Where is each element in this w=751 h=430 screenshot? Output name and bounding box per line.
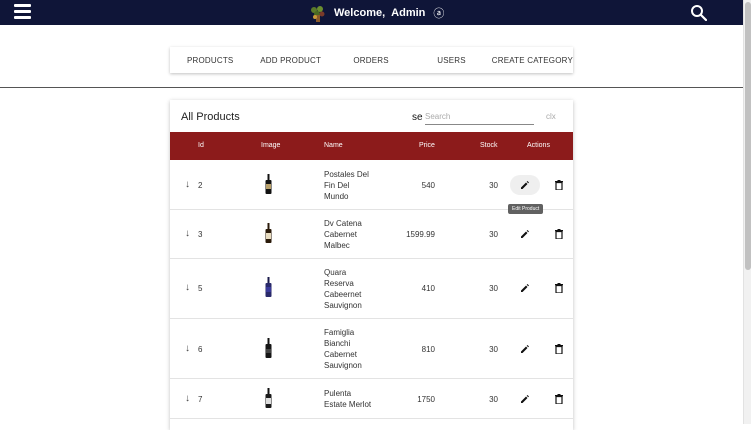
row-price: 1599.99 [406, 230, 435, 239]
delete-button[interactable] [553, 342, 565, 356]
wine-bottle-image[interactable] [265, 174, 272, 194]
row-id: 7 [198, 395, 203, 404]
clear-search-button[interactable]: clx [546, 112, 556, 121]
row-stock: 30 [489, 181, 498, 190]
trash-icon [555, 180, 563, 190]
sort-arrow-icon[interactable]: ↓ [185, 228, 190, 239]
row-name: Famiglia Bianchi Cabernet Sauvignon [324, 328, 362, 370]
row-price: 540 [421, 181, 435, 190]
nav-add-product[interactable]: ADD PRODUCT [250, 56, 330, 65]
row-name: Dv Catena Cabernet Malbec [324, 219, 362, 250]
delete-button[interactable] [553, 178, 565, 192]
trash-icon [555, 394, 563, 404]
table-row: ↓ 7 Pulenta Estate Merlot 1750 30 [170, 379, 573, 419]
edit-button[interactable] [510, 224, 540, 244]
admin-nav: PRODUCTS ADD PRODUCT ORDERS USERS CREATE… [170, 47, 573, 73]
pencil-icon [521, 181, 529, 189]
search-input[interactable] [425, 109, 534, 125]
nav-products[interactable]: PRODUCTS [170, 56, 250, 65]
delete-button[interactable] [553, 392, 565, 406]
row-stock: 30 [489, 345, 498, 354]
row-price: 410 [421, 284, 435, 293]
user-name: Admin [391, 6, 426, 19]
edit-button[interactable] [510, 389, 540, 409]
trash-icon [555, 283, 563, 293]
trash-icon [555, 229, 563, 239]
search-prefix-text: se [412, 112, 423, 123]
row-stock: 30 [489, 284, 498, 293]
row-name: Quara Reserva Cabeernet Sauvignon [324, 268, 362, 310]
sort-arrow-icon[interactable]: ↓ [185, 343, 190, 354]
table-row: ↓ 3 Dv Catena Cabernet Malbec 1599.99 30 [170, 210, 573, 259]
wine-logo-icon [311, 5, 325, 22]
menu-icon[interactable] [14, 4, 31, 19]
table-row: ↓ 6 Famiglia Bianchi Cabernet Sauvignon 810… [170, 319, 573, 379]
nav-create-category[interactable]: CREATE CATEGORY [492, 56, 573, 65]
user-icon[interactable]: ⓐ [433, 5, 444, 21]
scrollbar-thumb[interactable] [745, 2, 751, 270]
row-price: 810 [421, 345, 435, 354]
delete-button[interactable] [553, 227, 565, 241]
wine-bottle-image[interactable] [265, 338, 272, 358]
column-actions: Actions [527, 142, 550, 149]
edit-button[interactable] [510, 339, 540, 359]
row-id: 6 [198, 345, 203, 354]
welcome-area: Welcome, Admin ⓐ [308, 2, 444, 23]
row-price: 1750 [417, 395, 435, 404]
pencil-icon [521, 395, 529, 403]
row-stock: 30 [489, 230, 498, 239]
row-name: Pulenta Estate Merlot [324, 389, 372, 409]
sort-arrow-icon[interactable]: ↓ [185, 179, 190, 190]
welcome-label: Welcome, [334, 6, 386, 19]
row-name: Postales Del Fin Del Mundo [324, 170, 369, 201]
page-scrollbar[interactable] [743, 0, 751, 424]
delete-button[interactable] [553, 281, 565, 295]
table-header: Id Image Name Price Stock Actions [170, 132, 573, 160]
sort-arrow-icon[interactable]: ↓ [185, 393, 190, 404]
pencil-icon [521, 345, 529, 353]
section-divider [0, 87, 743, 88]
column-id[interactable]: Id [198, 142, 204, 149]
products-title: All Products [181, 111, 240, 123]
products-card: All Products se clx Id Image Name Price … [170, 100, 573, 430]
pencil-icon [521, 230, 529, 238]
edit-button[interactable] [510, 278, 540, 298]
column-stock[interactable]: Stock [480, 142, 498, 149]
table-row: ↓ 5 Quara Reserva Cabeernet Sauvignon 410 3… [170, 259, 573, 319]
wine-bottle-image[interactable] [265, 277, 272, 297]
wine-bottle-image[interactable] [265, 388, 272, 408]
wine-bottle-image[interactable] [265, 223, 272, 243]
top-app-bar: Welcome, Admin ⓐ [0, 0, 743, 25]
trash-icon [555, 344, 563, 354]
edit-button[interactable] [510, 175, 540, 195]
search-icon[interactable] [690, 4, 707, 21]
row-id: 5 [198, 284, 203, 293]
pencil-icon [521, 284, 529, 292]
row-id: 2 [198, 181, 203, 190]
row-id: 3 [198, 230, 203, 239]
row-stock: 30 [489, 395, 498, 404]
column-price[interactable]: Price [419, 142, 435, 149]
table-row: ↓ 2 Postales Del Fin Del Mundo 540 30 [170, 160, 573, 210]
column-image[interactable]: Image [261, 142, 280, 149]
nav-users[interactable]: USERS [411, 56, 491, 65]
sort-arrow-icon[interactable]: ↓ [185, 282, 190, 293]
column-name[interactable]: Name [324, 142, 343, 149]
nav-orders[interactable]: ORDERS [331, 56, 411, 65]
